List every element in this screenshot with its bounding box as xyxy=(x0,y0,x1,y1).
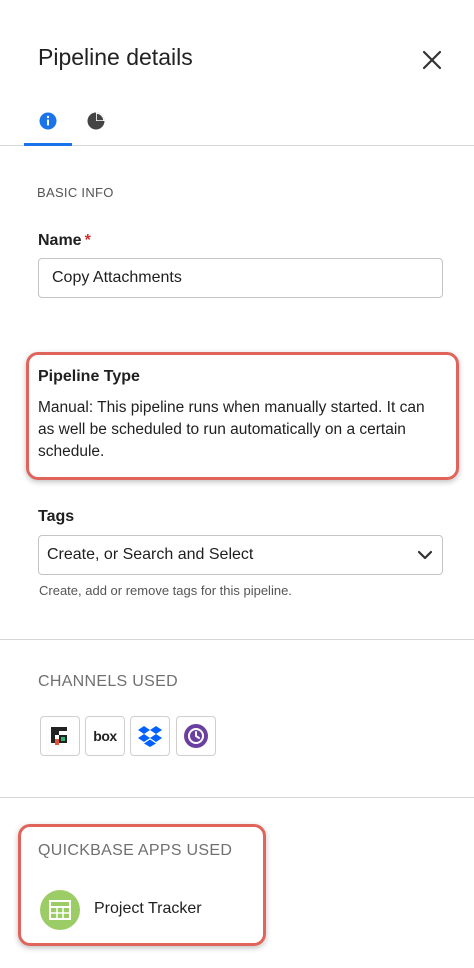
app-name[interactable]: Project Tracker xyxy=(94,900,202,918)
tags-select-value: Create, or Search and Select xyxy=(47,546,254,563)
pipeline-type-description: Manual: This pipeline runs when manually… xyxy=(38,399,425,460)
panel-header: Pipeline details xyxy=(0,0,474,146)
chevron-down-icon xyxy=(417,550,433,560)
panel-title: Pipeline details xyxy=(38,44,193,70)
tags-helper-text: Create, add or remove tags for this pipe… xyxy=(39,583,292,598)
channels-used-label: CHANNELS USED xyxy=(38,673,178,690)
clock-icon xyxy=(184,724,208,748)
info-icon xyxy=(39,112,57,130)
quickbase-logo-icon xyxy=(51,727,67,745)
dropbox-logo-icon xyxy=(138,726,162,747)
table-grid-icon xyxy=(49,900,71,920)
box-logo-icon: box xyxy=(93,728,117,744)
apps-used-label: QUICKBASE APPS USED xyxy=(38,842,233,859)
pipeline-type-label: Pipeline Type xyxy=(38,368,140,385)
tags-select[interactable]: Create, or Search and Select xyxy=(38,535,443,575)
basic-info-label: BASIC INFO xyxy=(37,185,114,200)
divider xyxy=(0,639,474,640)
name-label: Name * xyxy=(38,232,91,250)
channel-quickbase[interactable] xyxy=(40,716,80,756)
required-mark: * xyxy=(84,232,91,249)
channel-dropbox[interactable] xyxy=(130,716,170,756)
channel-schedule[interactable] xyxy=(176,716,216,756)
close-button[interactable] xyxy=(418,46,446,74)
tab-stats[interactable] xyxy=(72,106,120,146)
app-icon[interactable] xyxy=(40,890,80,930)
close-icon xyxy=(422,50,442,70)
channel-box[interactable]: box xyxy=(85,716,125,756)
tab-info[interactable] xyxy=(24,106,72,146)
divider xyxy=(0,797,474,798)
name-label-text: Name xyxy=(38,232,82,249)
name-input[interactable] xyxy=(38,258,443,298)
pie-chart-icon xyxy=(87,112,105,130)
tags-label: Tags xyxy=(38,508,75,525)
